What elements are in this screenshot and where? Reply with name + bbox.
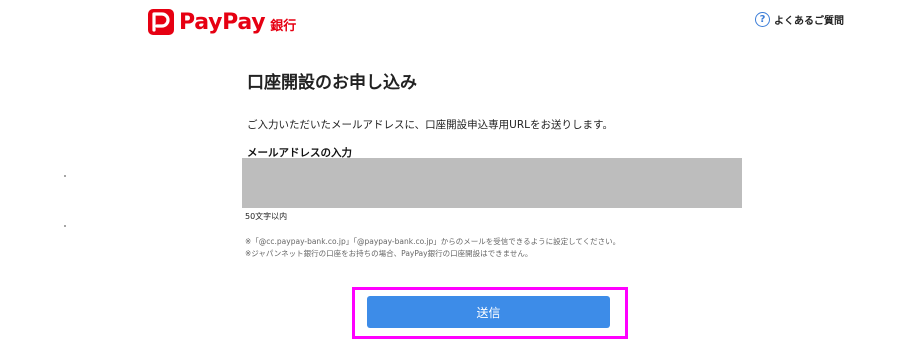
question-circle-icon: ? bbox=[755, 12, 770, 27]
note-domain-whitelist: ※「@cc.paypay-bank.co.jp」「@paypay-bank.co… bbox=[245, 237, 621, 246]
stray-dot bbox=[64, 175, 66, 177]
faq-label: よくあるご質問 bbox=[774, 16, 844, 27]
email-length-hint: 50文字以内 bbox=[245, 212, 288, 221]
page-title: 口座開設のお申し込み bbox=[247, 73, 417, 93]
stray-dot bbox=[64, 225, 66, 227]
paypay-logo-icon bbox=[148, 9, 174, 35]
form-description: ご入力いただいたメールアドレスに、口座開設申込専用URLをお送りします。 bbox=[247, 119, 613, 131]
email-field[interactable] bbox=[242, 158, 742, 208]
brand-sub: 銀行 bbox=[270, 19, 297, 34]
note-japan-net-bank: ※ジャパンネット銀行の口座をお持ちの場合、PayPay銀行の口座開設はできません… bbox=[245, 249, 533, 258]
paypay-bank-logo[interactable]: PayPay 銀行 bbox=[148, 8, 296, 36]
faq-link[interactable]: ? よくあるご質問 bbox=[755, 12, 844, 27]
submit-button[interactable]: 送信 bbox=[367, 296, 610, 328]
brand-name: PayPay bbox=[179, 9, 266, 35]
form-notes: ※「@cc.paypay-bank.co.jp」「@paypay-bank.co… bbox=[245, 236, 620, 260]
